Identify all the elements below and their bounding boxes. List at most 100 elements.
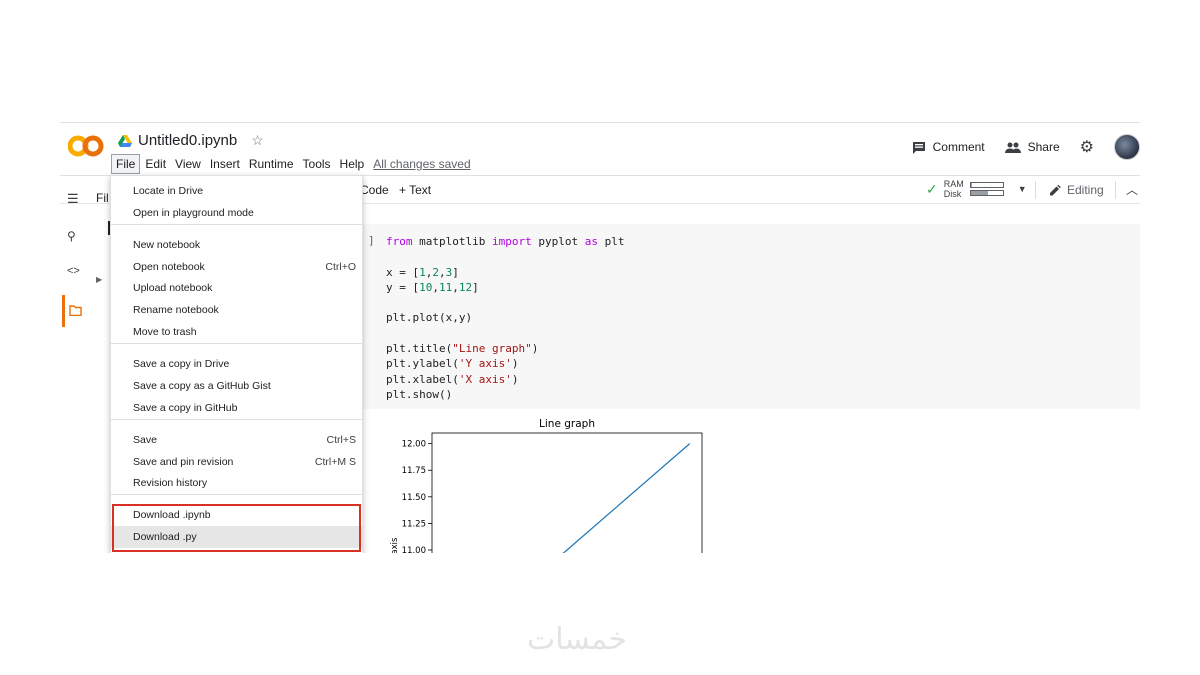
chevron-down-icon[interactable]: ▼ (1018, 184, 1027, 194)
chart-title: Line graph (539, 418, 595, 430)
y-tick-label: 11.75 (402, 466, 426, 476)
save-status-link[interactable]: All changes saved (373, 157, 470, 171)
file-menu-item-locate-in-drive[interactable]: Locate in Drive (111, 180, 362, 202)
comment-button[interactable]: Comment (912, 140, 985, 154)
menu-item-label: Move to trash (133, 326, 197, 338)
expand-arrow-icon[interactable]: ▶ (96, 275, 102, 284)
menu-help[interactable]: Help (336, 155, 369, 173)
file-menu-item-upload-notebook[interactable]: Upload notebook (111, 277, 362, 299)
active-rail-indicator (62, 295, 65, 327)
search-icon[interactable]: ⚲ (67, 229, 76, 243)
menu-item-label: New notebook (133, 239, 201, 251)
star-icon[interactable]: ☆ (251, 132, 264, 149)
file-menu-item-save-a-copy-as-a-github-gist[interactable]: Save a copy as a GitHub Gist (111, 375, 362, 397)
gear-icon: ⚙ (1079, 139, 1094, 156)
y-tick-label: 11.00 (402, 546, 426, 553)
file-menu-item-move-to-trash[interactable]: Move to trash (111, 321, 362, 343)
menu-file[interactable]: File (111, 154, 141, 174)
colab-logo[interactable] (68, 133, 104, 159)
files-panel-title: Fil (96, 191, 109, 205)
menu-item-shortcut: Ctrl+S (326, 434, 356, 446)
line-chart: Line graph12.0011.7511.5011.2511.0010.75… (390, 418, 703, 553)
menu-edit[interactable]: Edit (141, 155, 170, 173)
menu-item-shortcut: Ctrl+O (325, 261, 356, 273)
disk-bar-fill (970, 191, 989, 195)
editing-mode-button[interactable]: Editing (1049, 183, 1104, 197)
file-menu-item-save[interactable]: Save Ctrl+S (111, 429, 362, 451)
settings-button[interactable]: ⚙ (1080, 137, 1094, 157)
add-text-button[interactable]: + Text (399, 183, 431, 197)
editing-label: Editing (1067, 183, 1104, 197)
code-line: x = [1,2,3] (386, 265, 459, 279)
menu-tools[interactable]: Tools (299, 155, 335, 173)
cell-run-bracket[interactable]: ] (368, 234, 375, 247)
ram-bar (969, 182, 1004, 188)
add-code-button[interactable]: Code (360, 183, 389, 197)
menu-item-label: Upload notebook (133, 282, 213, 294)
menu-divider (111, 494, 362, 495)
menu-insert[interactable]: Insert (206, 155, 244, 173)
menu-item-label: Save (133, 434, 157, 446)
resource-bars (969, 180, 1004, 198)
code-line: plt.title("Line graph") (386, 342, 539, 356)
menu-item-label: Revision history (133, 477, 208, 489)
code-snippets-icon[interactable]: <> (67, 265, 80, 277)
ram-label: RAM (943, 179, 964, 189)
code-cell[interactable]: ] from matplotlib import pyplot as plt x… (360, 224, 1140, 409)
y-axis-label: Y axis (390, 537, 400, 553)
code-line: from matplotlib import pyplot as plt (386, 235, 625, 248)
disk-bar (969, 190, 1004, 196)
menu-item-label: Locate in Drive (133, 185, 204, 197)
menu-runtime[interactable]: Runtime (245, 155, 298, 173)
file-menu: Download .py Download .ipynb Revision hist… (110, 175, 363, 553)
menu-item-label: Save and pin revision (133, 456, 234, 468)
title-row: Untitled0.ipynb ☆ (118, 132, 264, 149)
check-icon: ✓ (926, 180, 938, 197)
menu-view[interactable]: View (171, 155, 205, 173)
avatar[interactable] (1114, 134, 1140, 160)
file-menu-item-save-a-copy-in-github[interactable]: Save a copy in GitHub (111, 397, 362, 419)
toolbar-divider (1115, 181, 1116, 199)
share-button[interactable]: Share (1004, 140, 1060, 154)
y-tick-label: 11.50 (402, 493, 426, 503)
plot-area-frame (431, 432, 703, 553)
colab-window: Untitled0.ipynb ☆ File Edit View Insert … (60, 122, 1140, 553)
ram-bar-fill (970, 183, 973, 187)
watermark-logo: خمسات (527, 622, 628, 657)
file-menu-item-revision-history[interactable]: Revision history (111, 472, 362, 494)
notebook-title[interactable]: Untitled0.ipynb (138, 132, 237, 149)
resources-indicator[interactable]: ✓ RAM Disk ▼ (926, 179, 1027, 199)
menu-bar: File Edit View Insert Runtime Tools Help… (111, 154, 471, 174)
toolbar-divider (1035, 181, 1036, 199)
file-menu-item-open-in-playground-mode[interactable]: Open in playground mode (111, 202, 362, 224)
y-tick-label: 12.00 (402, 440, 426, 450)
file-menu-item-save-a-copy-in-drive[interactable]: Save a copy in Drive (111, 353, 362, 375)
file-menu-item-new-notebook[interactable]: New notebook (111, 234, 362, 256)
google-drive-icon[interactable] (118, 134, 132, 147)
code-line: y = [10,11,12] (386, 280, 479, 294)
file-menu-item-rename-notebook[interactable]: Rename notebook (111, 299, 362, 321)
menu-divider (111, 419, 362, 420)
file-menu-item-save-and-pin-revision[interactable]: Save and pin revision Ctrl+M S (111, 451, 362, 473)
code-line: plt.plot(x,y) (386, 311, 473, 325)
code-line: plt.xlabel('X axis') (386, 372, 519, 386)
menu-item-label: Save a copy in GitHub (133, 402, 238, 414)
folder-icon[interactable] (69, 305, 82, 316)
file-menu-item-open-notebook[interactable]: Open notebook Ctrl+O (111, 256, 362, 278)
menu-divider (111, 224, 362, 225)
menu-item-label: Rename notebook (133, 304, 219, 316)
chevron-up-icon[interactable]: ︿ (1126, 181, 1138, 198)
comment-icon (912, 141, 925, 154)
series-line (562, 443, 691, 553)
table-of-contents-icon[interactable]: ☰ (67, 191, 79, 207)
disk-label: Disk (943, 189, 962, 199)
code-editor[interactable]: from matplotlib import pyplot as plt x =… (386, 234, 624, 402)
menu-item-label: Save a copy as a GitHub Gist (133, 380, 271, 392)
menu-item-label: Save a copy in Drive (133, 358, 230, 370)
menu-item-label: Open in playground mode (133, 207, 254, 219)
header-actions: Comment Share ⚙ (912, 134, 1140, 160)
resource-labels: RAM Disk (944, 179, 964, 199)
